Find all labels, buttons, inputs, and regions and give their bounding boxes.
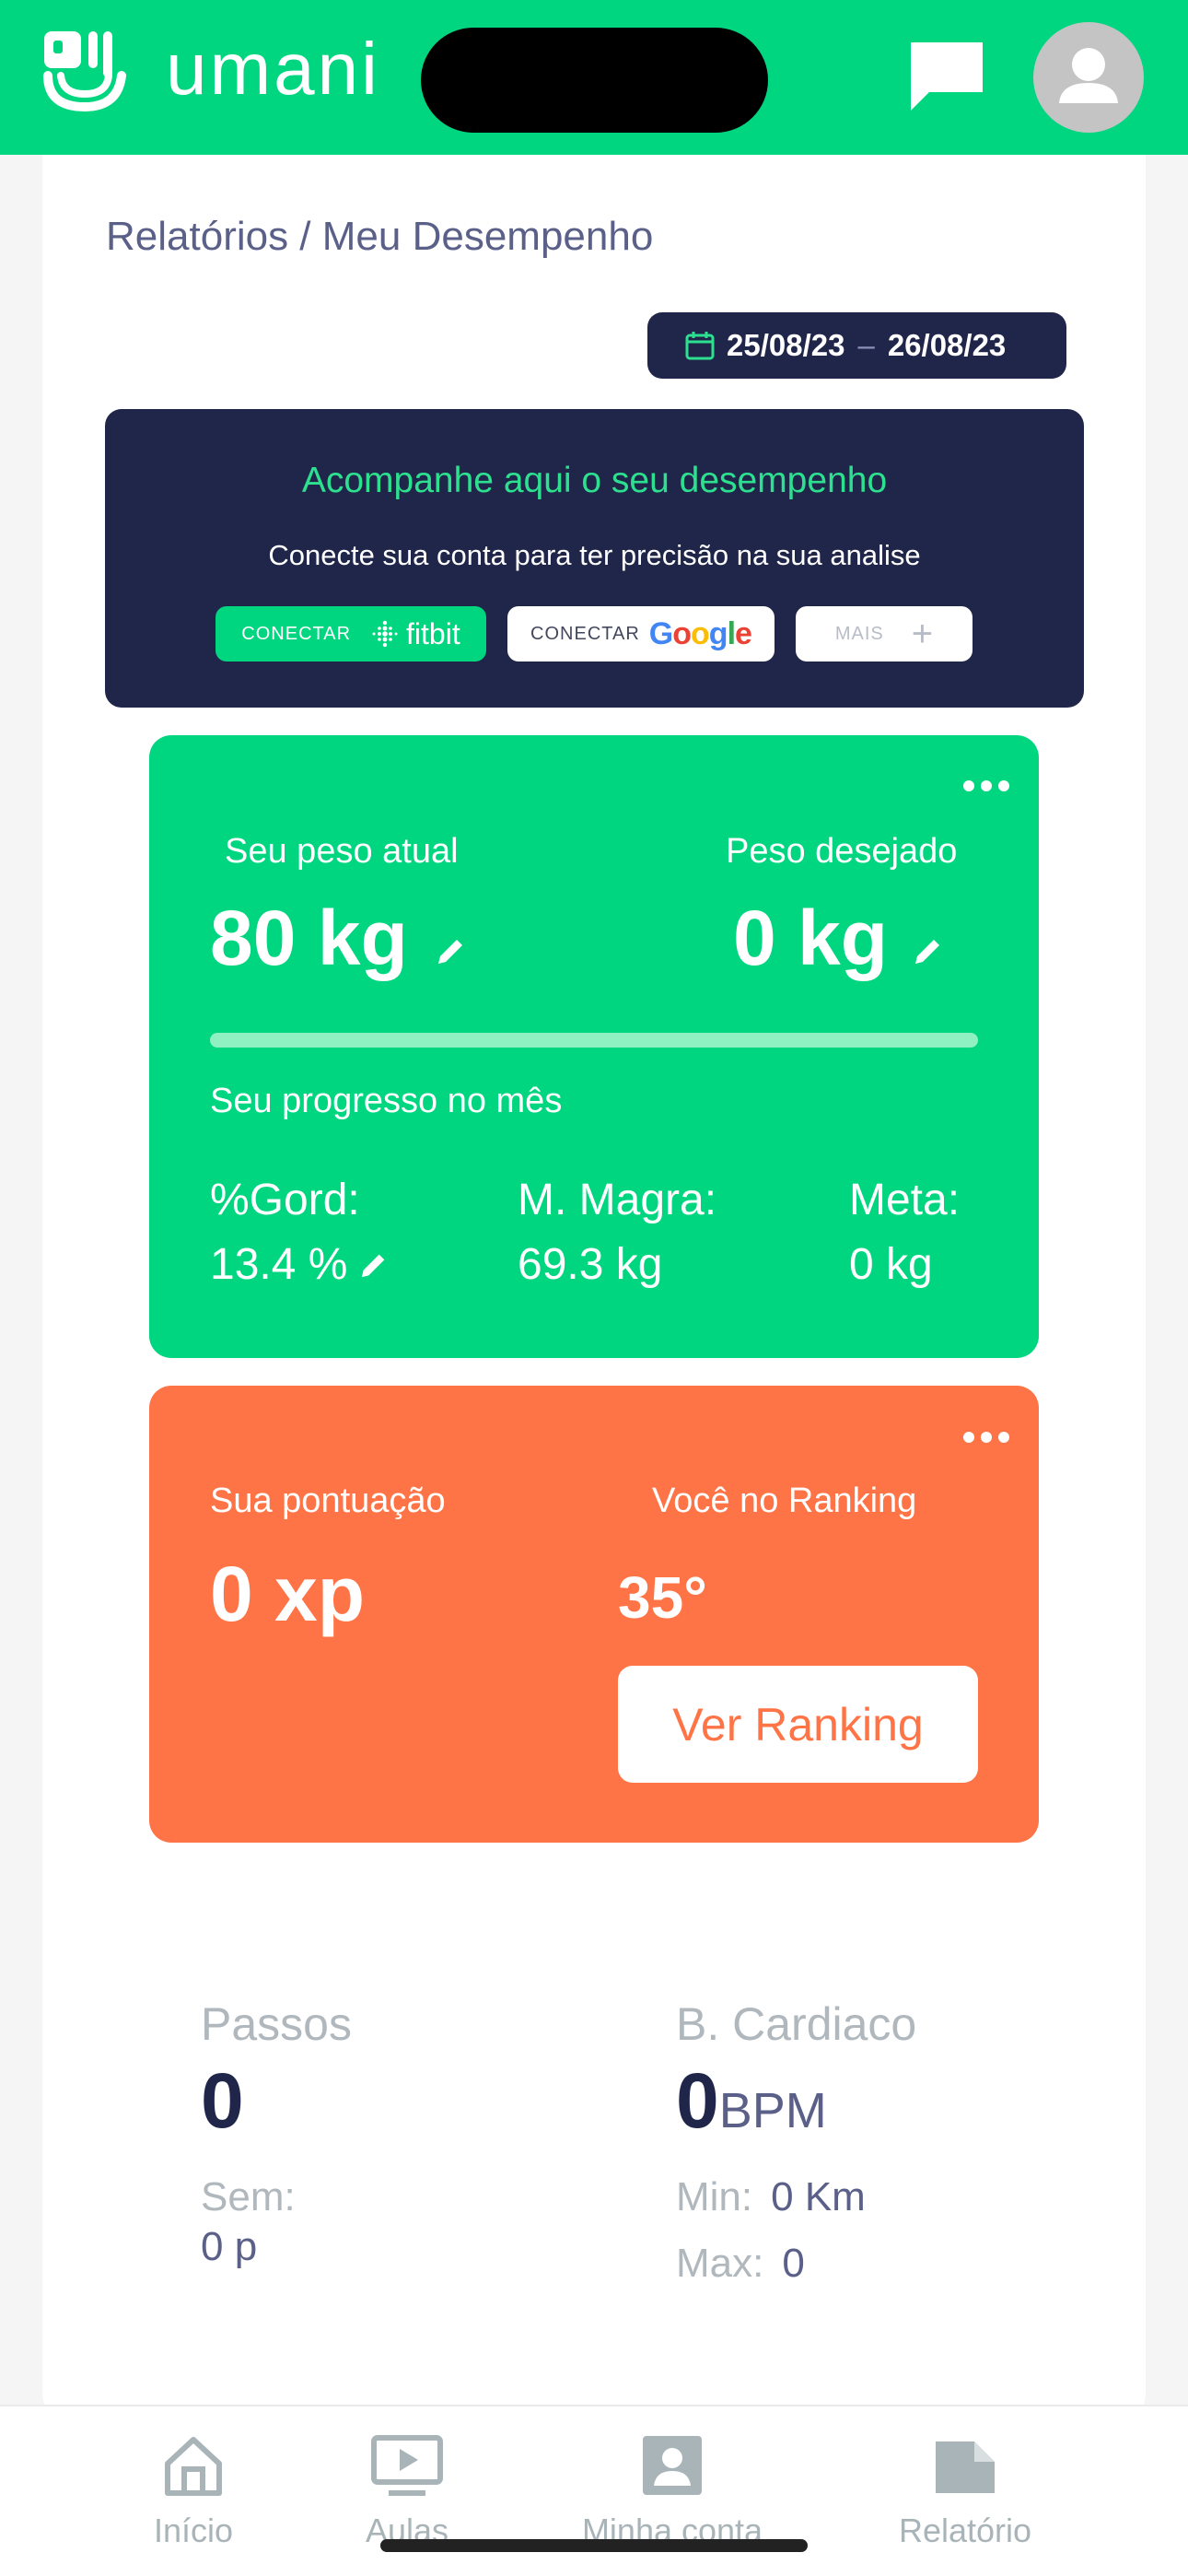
plus-icon: + — [911, 613, 934, 654]
camera-notch — [421, 28, 768, 133]
heart-rate-value: 0 — [676, 2057, 719, 2144]
lean-mass-stat: M. Magra: 69.3 kg — [518, 1168, 716, 1297]
steps-value: 0 — [201, 2057, 244, 2144]
heart-rate-min: Min: 0 Km — [676, 2174, 866, 2220]
fitbit-brand: fitbit — [406, 616, 460, 650]
fitbit-logo-icon — [372, 620, 398, 648]
connect-title: Acompanhe aqui o seu desempenho — [301, 461, 888, 500]
heart-rate-reading: 0 BPM — [676, 2056, 827, 2146]
steps-week-value: 0 p — [201, 2224, 258, 2269]
heart-rate-label: B. Cardiaco — [676, 1998, 917, 2050]
date-start: 25/08/23 — [727, 328, 845, 362]
goal-value: 0 kg — [849, 1240, 933, 1289]
steps-label: Passos — [201, 1998, 352, 2050]
ranking-label: Você no Ranking — [652, 1481, 917, 1520]
google-logo-icon: Google — [648, 615, 752, 651]
date-end: 26/08/23 — [887, 328, 1007, 362]
nav-item-classes[interactable]: Aulas — [287, 2432, 527, 2550]
weight-card-menu-icon[interactable] — [963, 780, 1009, 795]
heart-min-label: Min: — [676, 2174, 753, 2219]
report-icon — [936, 2441, 995, 2493]
connect-more-button[interactable]: MAIS + — [796, 606, 973, 662]
account-icon — [643, 2436, 702, 2495]
body-fat-value: 13.4 % — [210, 1240, 348, 1289]
breadcrumb[interactable]: Relatórios / Meu Desempenho — [106, 214, 653, 260]
monthly-progress-label: Seu progresso no mês — [210, 1082, 563, 1120]
chat-icon[interactable] — [907, 39, 986, 114]
monthly-progress-bar — [210, 1033, 978, 1048]
body-fat-label: %Gord: — [210, 1176, 360, 1224]
desired-weight-label: Peso desejado — [726, 832, 958, 871]
edit-desired-weight-icon[interactable] — [912, 934, 945, 967]
heart-max-value: 0 — [782, 2241, 805, 2286]
view-ranking-button[interactable]: Ver Ranking — [618, 1666, 978, 1783]
nav-label-home: Início — [153, 2512, 234, 2549]
edit-body-fat-icon[interactable] — [358, 1249, 390, 1281]
avatar[interactable] — [1033, 22, 1144, 133]
nav-label-report: Relatório — [898, 2512, 1032, 2549]
lean-mass-label: M. Magra: — [518, 1176, 717, 1224]
umani-logo-icon — [43, 31, 126, 112]
user-icon — [1059, 48, 1118, 103]
app-name: umani — [166, 28, 380, 110]
heart-min-value: 0 Km — [771, 2174, 866, 2219]
body-fat-stat: %Gord: 13.4 % — [210, 1168, 390, 1297]
heart-rate-max: Max: 0 — [676, 2241, 805, 2287]
nav-item-home[interactable]: Início — [74, 2432, 313, 2550]
lean-mass-value: 69.3 kg — [518, 1240, 663, 1289]
goal-stat: Meta: 0 kg — [849, 1168, 960, 1297]
edit-current-weight-icon[interactable] — [435, 934, 468, 967]
ranking-position: 35° — [618, 1564, 707, 1631]
connect-fitbit-button[interactable]: CONECTAR fitbit — [215, 606, 486, 662]
video-player-icon — [371, 2435, 443, 2496]
connect-google-prefix: CONECTAR — [530, 623, 640, 644]
connect-subtitle: Conecte sua conta para ter precisão na s… — [268, 539, 921, 571]
score-value: 0 xp — [210, 1551, 366, 1637]
connect-more-label: MAIS — [834, 623, 884, 644]
desired-weight-value: 0 kg — [733, 895, 889, 981]
home-indicator — [380, 2539, 808, 2552]
connect-fitbit-prefix: CONECTAR — [241, 623, 352, 644]
connect-google-button[interactable]: CONECTAR Google — [507, 606, 775, 662]
goal-label: Meta: — [849, 1176, 961, 1224]
current-weight-value: 80 kg — [210, 895, 408, 981]
calendar-icon — [685, 332, 715, 360]
steps-week-label: Sem: — [201, 2174, 296, 2219]
score-card-menu-icon[interactable] — [963, 1432, 1009, 1446]
score-label: Sua pontuação — [210, 1481, 446, 1520]
nav-item-report[interactable]: Relatório — [845, 2432, 1085, 2550]
date-range-picker[interactable]: 25/08/23 – 26/08/23 — [647, 312, 1066, 379]
home-icon — [165, 2437, 222, 2496]
nav-item-account[interactable]: Minha conta — [553, 2432, 792, 2550]
heart-max-label: Max: — [676, 2241, 764, 2286]
heart-rate-unit: BPM — [718, 2083, 827, 2138]
date-separator: – — [857, 328, 875, 362]
current-weight-label: Seu peso atual — [225, 832, 459, 871]
